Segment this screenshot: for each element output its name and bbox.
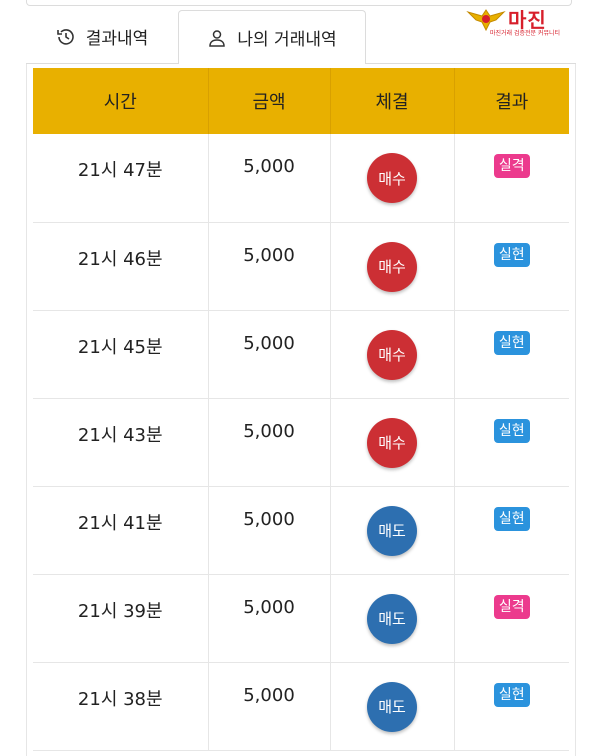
cell-trade: 매수: [330, 222, 455, 311]
cell-result: 실격: [454, 134, 569, 223]
table-row: 21시 45분 5,000 매수 실현: [33, 310, 569, 399]
cell-result: 실현: [454, 662, 569, 751]
cell-amount: 5,000: [208, 134, 331, 223]
cell-result: 실격: [454, 574, 569, 663]
time-text: 21시 38분: [77, 688, 163, 710]
tab-results-label: 결과내역: [85, 29, 149, 49]
cell-result: 실현: [454, 398, 569, 487]
cell-trade: 매도: [330, 486, 455, 575]
site-logo[interactable]: 마진 마진거래 검증전문 커뮤니티: [462, 4, 594, 38]
cell-result: 실현: [454, 486, 569, 575]
table-header-row: 시간 금액 체결 결과: [33, 68, 569, 134]
result-badge: 실격: [493, 594, 530, 619]
table-row: 21시 43분 5,000 매수 실현: [33, 398, 569, 487]
cell-result: 실현: [454, 222, 569, 311]
cell-amount: 5,000: [208, 486, 331, 575]
trade-badge: 매수: [367, 241, 417, 292]
header-amount: 금액: [208, 68, 331, 134]
header-trade: 체결: [330, 68, 455, 134]
result-badge: 실현: [493, 330, 530, 355]
result-badge: 실현: [493, 242, 530, 267]
table-row: 21시 47분 5,000 매수 실격: [33, 134, 569, 223]
tab-results[interactable]: 결과내역: [26, 10, 178, 64]
cell-amount: 5,000: [208, 574, 331, 663]
amount-text: 5,000: [243, 420, 295, 442]
cell-time: 21시 46분: [33, 222, 209, 311]
cell-trade: 매도: [330, 574, 455, 663]
cell-time: 21시 45분: [33, 310, 209, 399]
time-text: 21시 43분: [77, 424, 163, 446]
amount-text: 5,000: [243, 156, 295, 177]
cell-time: 21시 43분: [33, 398, 209, 487]
cell-amount: 5,000: [208, 662, 331, 751]
history-icon: [56, 27, 76, 47]
trade-table: 시간 금액 체결 결과 21시 47분 5,000 매수 실격 21시 46분 5,000…: [33, 68, 569, 751]
tab-my-trades[interactable]: 나의 거래내역: [178, 10, 366, 64]
cell-trade: 매수: [330, 310, 455, 399]
time-text: 21시 39분: [77, 600, 163, 622]
result-badge: 실격: [493, 154, 530, 178]
header-time: 시간: [33, 68, 209, 134]
amount-text: 5,000: [243, 596, 295, 618]
trade-badge: 매수: [367, 153, 417, 203]
cell-time: 21시 47분: [33, 134, 209, 223]
tab-my-trades-label: 나의 거래내역: [237, 30, 337, 50]
cell-trade: 매도: [330, 662, 455, 751]
amount-text: 5,000: [243, 244, 295, 266]
result-badge: 실현: [493, 682, 530, 707]
result-badge: 실현: [493, 506, 530, 531]
result-badge: 실현: [493, 418, 530, 443]
amount-text: 5,000: [243, 508, 295, 530]
user-icon: [207, 28, 227, 48]
time-text: 21시 41분: [77, 512, 163, 534]
table-row: 21시 46분 5,000 매수 실현: [33, 222, 569, 311]
cell-amount: 5,000: [208, 310, 331, 399]
logo-subtext: 마진거래 검증전문 커뮤니티: [490, 30, 561, 37]
trade-badge: 매도: [367, 505, 417, 556]
cell-amount: 5,000: [208, 222, 331, 311]
cell-time: 21시 41분: [33, 486, 209, 575]
trade-badge: 매수: [367, 417, 417, 468]
table-row: 21시 39분 5,000 매도 실격: [33, 574, 569, 663]
cell-time: 21시 39분: [33, 574, 209, 663]
trade-badge: 매도: [367, 593, 417, 644]
cell-trade: 매수: [330, 134, 455, 223]
time-text: 21시 46분: [77, 248, 163, 270]
trade-badge: 매수: [367, 329, 417, 380]
trade-badge: 매도: [367, 681, 417, 732]
cell-trade: 매수: [330, 398, 455, 487]
header-result: 결과: [454, 68, 569, 134]
cell-time: 21시 38분: [33, 662, 209, 751]
amount-text: 5,000: [243, 332, 295, 354]
time-text: 21시 47분: [77, 160, 163, 181]
table-row: 21시 38분 5,000 매도 실현: [33, 662, 569, 751]
amount-text: 5,000: [243, 684, 295, 706]
table-row: 21시 41분 5,000 매도 실현: [33, 486, 569, 575]
cell-amount: 5,000: [208, 398, 331, 487]
cell-result: 실현: [454, 310, 569, 399]
time-text: 21시 45분: [77, 336, 163, 358]
